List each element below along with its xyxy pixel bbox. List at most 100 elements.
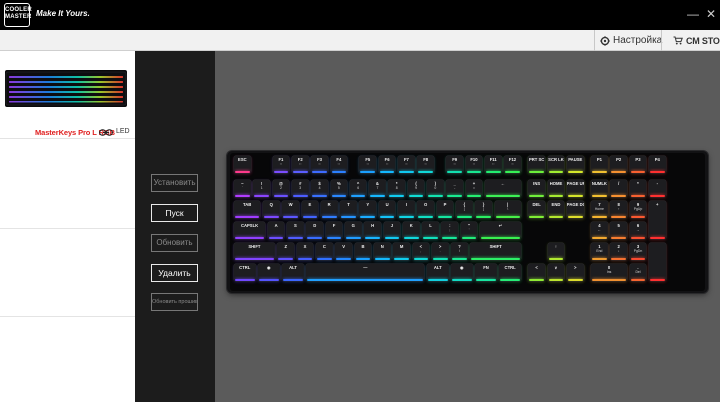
key-#[interactable]: #3 xyxy=(291,180,309,197)
key-%[interactable]: % 5 xyxy=(330,180,348,197)
key-![interactable]: ! 1 xyxy=(253,180,270,197)
key-.[interactable]: . Del xyxy=(629,264,647,281)
key-ins[interactable]: INS xyxy=(528,180,545,197)
key-t[interactable]: T xyxy=(340,201,357,218)
key-page-up[interactable]: PAGE UP xyxy=(566,180,584,197)
key-([interactable]: (9 xyxy=(407,180,425,197)
key-pause[interactable]: PAUSE xyxy=(566,156,584,173)
key-2[interactable]: 2 ↓ xyxy=(610,243,628,260)
key-f1[interactable]: F1 ◦◦ xyxy=(272,156,290,173)
key-i[interactable]: I xyxy=(398,201,415,218)
key-*[interactable]: * xyxy=(629,180,647,197)
key-f2[interactable]: F2 ◦◦ xyxy=(291,156,309,173)
cm-store-button[interactable]: CM STORE xyxy=(673,30,720,51)
key-←[interactable]: ← xyxy=(484,180,521,197)
install-button[interactable]: Установить xyxy=(151,174,198,192)
settings-button[interactable]: Настройка xyxy=(600,30,662,51)
key-a[interactable]: A xyxy=(267,222,285,239)
key-↵[interactable]: ↵ xyxy=(480,222,521,239)
key-tab[interactable]: TAB xyxy=(234,201,261,218)
device-card[interactable]: MasterKeys Pro L RGB LED xyxy=(0,51,135,139)
key-blank[interactable] xyxy=(648,243,666,281)
key-f[interactable]: F xyxy=(325,222,343,239)
key-r[interactable]: R xyxy=(320,201,338,218)
key-@[interactable]: @2 xyxy=(272,180,290,197)
key-p[interactable]: P xyxy=(436,201,454,218)
key->[interactable]: > xyxy=(566,264,584,281)
launch-button[interactable]: Пуск xyxy=(151,204,198,222)
key-p1[interactable]: P1 xyxy=(591,156,608,173)
key-{[interactable]: {[ xyxy=(455,201,473,218)
remove-button[interactable]: Удалить xyxy=(151,264,198,282)
key-p4[interactable]: P4 xyxy=(648,156,666,173)
key-b[interactable]: B xyxy=(354,243,372,260)
key-alt[interactable]: ALT xyxy=(282,264,304,281)
key-d[interactable]: D xyxy=(306,222,324,239)
key-0[interactable]: 0 Ins xyxy=(591,264,628,281)
key-8[interactable]: 8 ↑ xyxy=(610,201,628,218)
key-)[interactable]: ) 0 xyxy=(427,180,444,197)
key-z[interactable]: Z xyxy=(277,243,295,260)
key-f5[interactable]: F5 ◦◦ xyxy=(359,156,377,173)
key-c[interactable]: C xyxy=(316,243,333,260)
key-$[interactable]: $4 xyxy=(311,180,328,197)
key-+[interactable]: + = xyxy=(465,180,483,197)
key-o[interactable]: O xyxy=(417,201,435,218)
key-◉[interactable]: ◉ xyxy=(451,264,473,281)
key-◉[interactable]: ◉ xyxy=(258,264,280,281)
key-w[interactable]: W xyxy=(282,201,299,218)
key-p2[interactable]: P2 xyxy=(610,156,628,173)
key-page-down[interactable]: PAGE DOWN xyxy=(566,201,584,218)
key-?[interactable]: ? / xyxy=(451,243,468,260)
update-button[interactable]: Обновить xyxy=(151,234,198,252)
key-q[interactable]: Q xyxy=(262,201,280,218)
key-5[interactable]: 5 xyxy=(610,222,628,239)
key-<[interactable]: <, xyxy=(412,243,430,260)
key-&[interactable]: & 7 xyxy=(369,180,386,197)
key-:[interactable]: :; xyxy=(441,222,459,239)
key-shift[interactable]: SHIFT xyxy=(234,243,275,260)
key-j[interactable]: J xyxy=(383,222,401,239)
key-4[interactable]: 4 ← xyxy=(591,222,608,239)
key-alt[interactable]: ALT xyxy=(427,264,449,281)
key-_[interactable]: _ - xyxy=(446,180,463,197)
key-f3[interactable]: F3 ◦◦ xyxy=(311,156,328,173)
key-del[interactable]: DEL xyxy=(528,201,545,218)
key-7[interactable]: 7 Home xyxy=(591,201,608,218)
key-p3[interactable]: P3 xyxy=(629,156,647,173)
key-end[interactable]: END xyxy=(547,201,565,218)
key-numlk[interactable]: NUMLK xyxy=(591,180,608,197)
close-button[interactable]: ✕ xyxy=(704,7,718,21)
key-^[interactable]: ^ 6 xyxy=(349,180,367,197)
key-f7[interactable]: F7 ◦◦ xyxy=(398,156,415,173)
key-ctrl[interactable]: CTRL xyxy=(234,264,256,281)
key-*[interactable]: * 8 xyxy=(388,180,406,197)
key-9[interactable]: 9 PgUp xyxy=(629,201,647,218)
key-shift[interactable]: SHIFT xyxy=(470,243,521,260)
minimize-button[interactable]: — xyxy=(686,7,700,21)
key->[interactable]: >. xyxy=(431,243,449,260)
key-f12[interactable]: F12 ◦◦ xyxy=(504,156,521,173)
key-f6[interactable]: F6 ◦◦ xyxy=(378,156,396,173)
key-~[interactable]: ~ ` xyxy=(234,180,251,197)
key-l[interactable]: L xyxy=(422,222,439,239)
key-f4[interactable]: F4 ◦◦ xyxy=(330,156,348,173)
key-esc[interactable]: ESC xyxy=(234,156,251,173)
key-fn[interactable]: FN xyxy=(475,264,497,281)
key-f11[interactable]: F11 ◦◦ xyxy=(484,156,502,173)
key-∨[interactable]: ∨ xyxy=(547,264,565,281)
key-n[interactable]: N xyxy=(373,243,391,260)
key-e[interactable]: E xyxy=(301,201,319,218)
key-f9[interactable]: F9 ◦◦ xyxy=(446,156,463,173)
key-3[interactable]: 3 PgDn xyxy=(629,243,647,260)
key-prt-sc[interactable]: PRT SC xyxy=(528,156,545,173)
key-<[interactable]: < xyxy=(528,264,545,281)
key-}[interactable]: }] xyxy=(475,201,492,218)
key-+[interactable]: + xyxy=(648,201,666,239)
key-f10[interactable]: F10 ◦◦ xyxy=(465,156,483,173)
key-v[interactable]: V xyxy=(335,243,352,260)
key-|[interactable]: | \ xyxy=(494,201,521,218)
key-f8[interactable]: F8 ◦◦ xyxy=(417,156,435,173)
key-g[interactable]: G xyxy=(344,222,362,239)
key-u[interactable]: U xyxy=(378,201,396,218)
